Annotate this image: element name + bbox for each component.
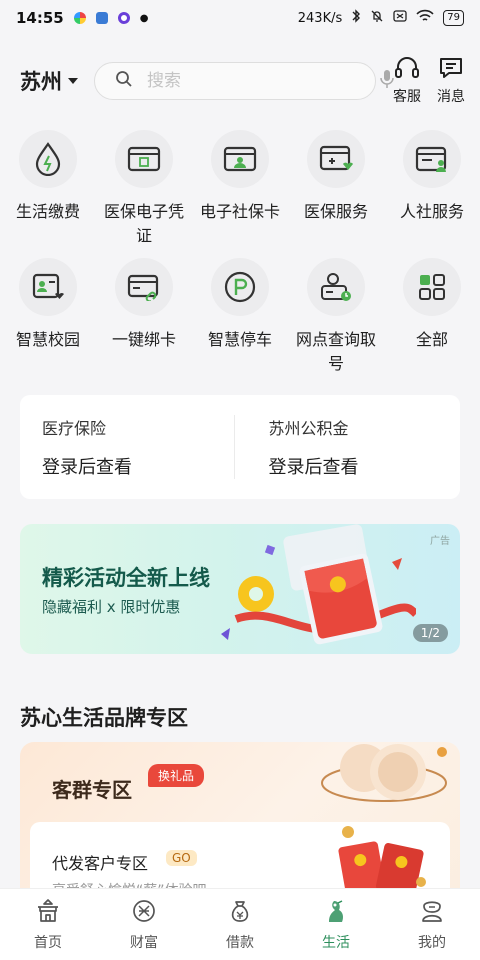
- banner-pager: 1/2: [412, 624, 448, 642]
- red-envelope-illustration: [221, 524, 416, 645]
- message-label: 消息: [437, 89, 465, 105]
- search-icon: [115, 70, 133, 92]
- service-label: 生活缴费: [15, 202, 80, 221]
- service-medical-service[interactable]: 医保服务: [288, 130, 384, 248]
- service-label: 智慧停车: [207, 330, 272, 349]
- parking-icon: [211, 258, 269, 316]
- brand-zone-title: 客群专区: [52, 778, 132, 802]
- service-utility-payment[interactable]: 生活缴费: [0, 130, 96, 248]
- promo-banner[interactable]: 精彩活动全新上线 隐藏福利 x 限时优惠 广告 1/2: [20, 524, 460, 654]
- tab-loan[interactable]: 借款: [192, 898, 288, 952]
- app-notification-icon: [73, 12, 86, 24]
- service-hr-service[interactable]: 人社服务: [384, 130, 480, 248]
- tab-label: 首页: [34, 934, 62, 951]
- tab-home[interactable]: 首页: [0, 898, 96, 952]
- tab-profile[interactable]: 我的: [384, 898, 480, 952]
- profile-icon: [419, 898, 445, 928]
- message-button[interactable]: 消息: [434, 56, 468, 106]
- banner-subtitle: 隐藏福利 x 限时优惠: [42, 598, 181, 616]
- coin-illustration: [321, 744, 447, 802]
- gift-tag: 换礼品: [148, 764, 205, 787]
- service-all[interactable]: 全部: [384, 258, 480, 376]
- service-medical-voucher[interactable]: 医保电子凭证: [96, 130, 192, 248]
- app-notification-icon: [117, 12, 130, 24]
- tab-label: 财富: [130, 934, 158, 951]
- search-bar[interactable]: [94, 62, 394, 100]
- service-label: 网点查询取号: [295, 330, 376, 373]
- home-icon: [35, 898, 61, 928]
- service-label: 电子社保卡: [199, 202, 280, 221]
- service-label: 医保服务: [303, 202, 368, 221]
- medical-insurance-title: 医疗保险: [42, 419, 107, 438]
- service-label: 一键绑卡: [111, 330, 176, 349]
- more-notifications-icon: ●: [139, 12, 149, 24]
- bluetooth-icon: [351, 9, 361, 27]
- service-bind-card[interactable]: 一键绑卡: [96, 258, 192, 376]
- city-selector[interactable]: 苏州: [20, 66, 94, 96]
- campus-icon: [19, 258, 77, 316]
- account-info-card: 医疗保险 登录后查看 苏州公积金 登录后查看: [20, 395, 460, 499]
- service-grid-row: 生活缴费 医保电子凭证 电子社保卡 医保服务 人社服务: [0, 130, 480, 248]
- service-grid-row: 智慧校园 一键绑卡 智慧停车 网点查询取号 全部: [0, 258, 480, 376]
- search-input[interactable]: [147, 71, 366, 91]
- branch-queue-icon: [307, 258, 365, 316]
- utility-drop-icon: [19, 130, 77, 188]
- medical-voucher-icon: [115, 130, 173, 188]
- medical-insurance-panel[interactable]: 医疗保险 登录后查看: [20, 415, 234, 479]
- service-branch-queue[interactable]: 网点查询取号: [288, 258, 384, 376]
- battery-indicator: 79: [443, 10, 464, 26]
- headset-icon: [394, 56, 420, 84]
- tab-life[interactable]: 生活: [288, 898, 384, 952]
- wifi-icon: [416, 9, 434, 27]
- service-label: 全部: [415, 330, 448, 349]
- loan-icon: [227, 898, 253, 928]
- wealth-icon: [131, 898, 157, 928]
- tab-wealth[interactable]: 财富: [96, 898, 192, 952]
- tab-label: 生活: [322, 934, 350, 951]
- social-card-icon: [211, 130, 269, 188]
- header: 苏州 客服 消息: [0, 52, 480, 110]
- service-label: 人社服务: [399, 202, 464, 221]
- bottom-tab-bar: 首页 财富 借款 生活 我的: [0, 888, 480, 960]
- housing-fund-title: 苏州公积金: [268, 419, 349, 438]
- service-smart-parking[interactable]: 智慧停车: [192, 258, 288, 376]
- caret-down-icon: [68, 78, 78, 84]
- medical-service-icon: [307, 130, 365, 188]
- tab-label: 借款: [226, 934, 254, 951]
- medical-insurance-value: 登录后查看: [42, 457, 132, 478]
- message-icon: [438, 56, 464, 84]
- payroll-customer-title: 代发客户专区: [52, 854, 149, 873]
- red-envelope-icon: [338, 826, 426, 894]
- section-title: 苏心生活品牌专区: [20, 706, 188, 730]
- ad-label: 广告: [430, 536, 450, 547]
- app-notification-icon: [95, 12, 108, 24]
- service-label: 医保电子凭证: [103, 202, 184, 245]
- service-label: 智慧校园: [15, 330, 80, 349]
- brand-zone-card[interactable]: 客群专区 换礼品 代发客户专区 GO 享受舒心愉悦“薪”体验吧: [20, 742, 460, 902]
- city-name: 苏州: [20, 70, 62, 94]
- mute-icon: [370, 9, 384, 27]
- sim-off-icon: [393, 10, 407, 26]
- tab-label: 我的: [418, 934, 446, 951]
- hr-service-icon: [403, 130, 461, 188]
- housing-fund-panel[interactable]: 苏州公积金 登录后查看: [233, 415, 461, 479]
- service-smart-campus[interactable]: 智慧校园: [0, 258, 96, 376]
- life-icon: [323, 898, 349, 928]
- customer-service-label: 客服: [393, 89, 421, 105]
- status-bar: 14:55 ● 243K/s 79: [0, 0, 480, 36]
- service-social-card[interactable]: 电子社保卡: [192, 130, 288, 248]
- go-badge[interactable]: GO: [166, 850, 197, 866]
- housing-fund-value: 登录后查看: [268, 457, 359, 478]
- banner-title: 精彩活动全新上线: [42, 566, 210, 590]
- bind-card-icon: [115, 258, 173, 316]
- status-time: 14:55: [16, 9, 64, 27]
- all-grid-icon: [403, 258, 461, 316]
- network-speed: 243K/s: [297, 10, 343, 26]
- customer-service-button[interactable]: 客服: [390, 56, 424, 106]
